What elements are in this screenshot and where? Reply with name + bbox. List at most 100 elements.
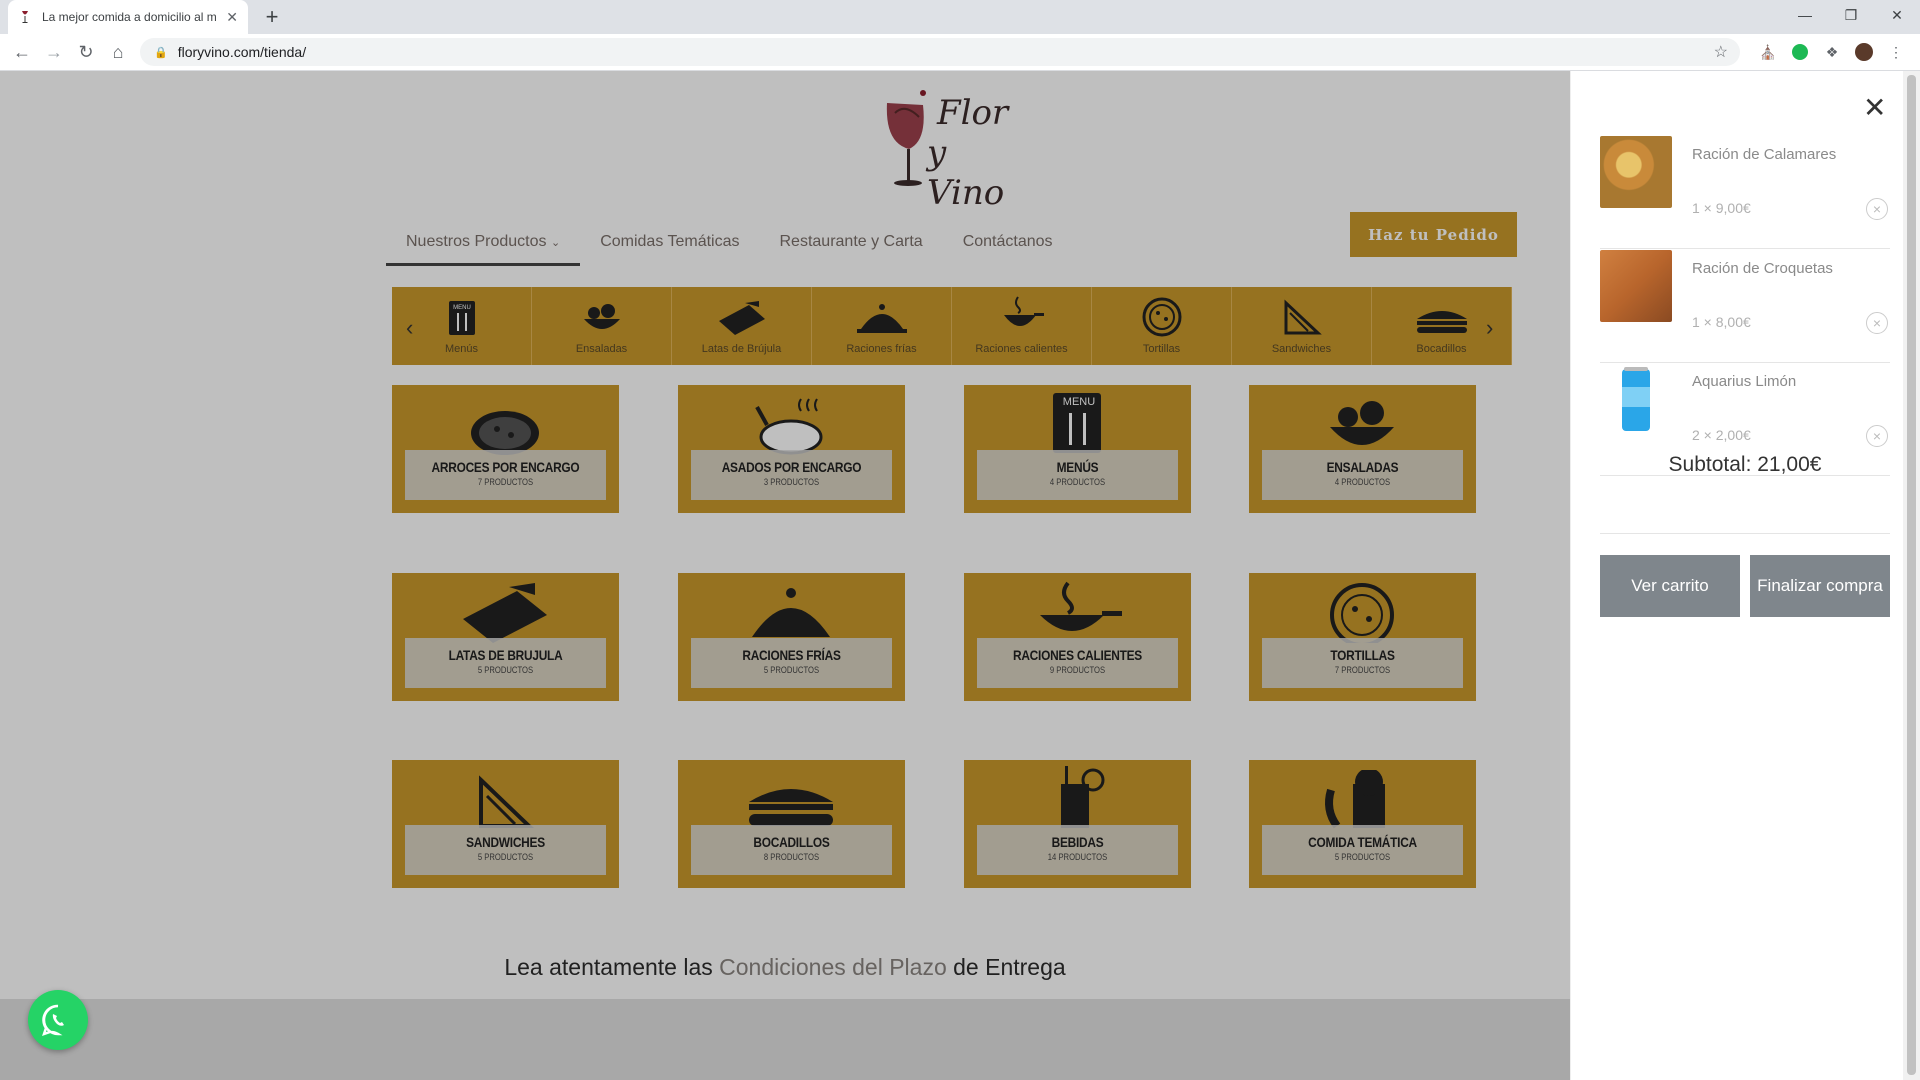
site-favicon-icon (18, 10, 32, 24)
category-card-latas[interactable]: LATAS DE BRUJULA 5 PRODUCTOS (392, 573, 619, 701)
hot-pan-icon (1027, 581, 1127, 643)
back-icon[interactable]: ← (10, 40, 34, 64)
carousel-label: Bocadillos (1416, 343, 1467, 355)
whatsapp-chat-button[interactable] (28, 990, 88, 1050)
reload-icon[interactable]: ↻ (74, 40, 98, 64)
category-count: 8 PRODUCTOS (763, 852, 820, 862)
browser-menu-icon[interactable]: ⋮ (1886, 42, 1906, 62)
carousel-item-sandwiches[interactable]: Sandwiches (1232, 287, 1372, 365)
conditions-suffix: de Entrega (953, 954, 1066, 980)
restore-icon[interactable]: ❐ (1828, 0, 1874, 30)
bookmark-star-icon[interactable]: ☆ (1714, 42, 1728, 62)
site-logo[interactable]: Flor y Vino (875, 83, 1025, 213)
view-cart-button[interactable]: Ver carrito (1600, 555, 1740, 617)
remove-item-icon[interactable]: × (1866, 425, 1888, 447)
cart-item-quantity: 1 × 8,00€ (1692, 314, 1751, 330)
carousel-label: Sandwiches (1271, 343, 1332, 355)
cart-item-name[interactable]: Aquarius Limón (1692, 373, 1796, 390)
category-count: 14 PRODUCTOS (1047, 852, 1108, 862)
cart-drawer: ✕ Ración de Calamares 1 × 9,00€ × Ración… (1570, 71, 1903, 1080)
category-count: 3 PRODUCTOS (763, 477, 820, 487)
window-controls: — ❐ ✕ (1782, 0, 1920, 34)
category-card-ensaladas[interactable]: ENSALADAS 4 PRODUCTOS (1249, 385, 1476, 513)
category-card-raciones-frias[interactable]: RACIONES FRÍAS 5 PRODUCTOS (678, 573, 905, 701)
aquarius-can-thumbnail (1600, 363, 1672, 435)
category-card-menus[interactable]: MENU MENÚS 4 PRODUCTOS (964, 385, 1191, 513)
carousel-item-latas[interactable]: Latas de Brújula (672, 287, 812, 365)
wine-glass-icon (886, 90, 926, 186)
extensions-puzzle-icon[interactable]: ❖ (1822, 42, 1842, 62)
nav-item-contacto[interactable]: Contáctanos (943, 221, 1073, 266)
drink-icon (1027, 766, 1127, 830)
checkout-button[interactable]: Finalizar compra (1750, 555, 1890, 617)
category-card-comida-tematica[interactable]: COMIDA TEMÁTICA 5 PRODUCTOS (1249, 760, 1476, 888)
category-card-bebidas[interactable]: BEBIDAS 14 PRODUCTOS (964, 760, 1191, 888)
category-name: MENÚS (1056, 459, 1099, 475)
carousel-label: Raciones frías (846, 343, 917, 355)
address-bar[interactable]: 🔒 floryvino.com/tienda/ ☆ (140, 38, 1740, 66)
carousel-label: Menús (444, 343, 479, 355)
nav-item-productos[interactable]: Nuestros Productos ⌄ (386, 221, 581, 266)
paella-icon (455, 395, 555, 455)
new-tab-button[interactable]: + (260, 5, 284, 29)
category-name: ARROCES POR ENCARGO (431, 459, 580, 475)
category-count: 7 PRODUCTOS (1334, 665, 1391, 675)
svg-text:MENU: MENU (453, 305, 471, 311)
conditions-link[interactable]: Condiciones del Plazo (719, 954, 947, 980)
profile-avatar[interactable] (1854, 42, 1874, 62)
category-count: 5 PRODUCTOS (477, 665, 534, 675)
lock-icon: 🔒 (154, 46, 168, 59)
category-name: ENSALADAS (1326, 459, 1399, 475)
carousel-prev-icon[interactable]: ‹ (406, 315, 413, 341)
close-icon[interactable]: ✕ (1863, 91, 1886, 124)
cart-item-name[interactable]: Ración de Croquetas (1692, 260, 1833, 277)
whatsapp-icon (42, 1004, 64, 1036)
bocadillo-icon (1416, 311, 1467, 333)
nav-item-restaurante[interactable]: Restaurante y Carta (760, 221, 943, 266)
category-card-sandwiches[interactable]: SANDWICHES 5 PRODUCTOS (392, 760, 619, 888)
carousel-item-tortillas[interactable]: Tortillas (1092, 287, 1232, 365)
carousel-item-ensaladas[interactable]: Ensaladas (532, 287, 672, 365)
cart-item-quantity: 1 × 9,00€ (1692, 200, 1751, 216)
category-card-bocadillos[interactable]: BOCADILLOS 8 PRODUCTOS (678, 760, 905, 888)
category-name: BOCADILLOS (753, 834, 830, 850)
conditions-prefix: Lea atentamente las (504, 954, 713, 980)
cart-item-name[interactable]: Ración de Calamares (1692, 146, 1836, 163)
tin-can-icon (718, 301, 765, 335)
forward-icon[interactable]: → (42, 40, 66, 64)
category-name: ASADOS POR ENCARGO (721, 459, 862, 475)
extension-icon[interactable]: ⛪ (1758, 42, 1778, 62)
browser-tab[interactable]: La mejor comida a domicilio al m ✕ (8, 0, 248, 34)
category-count: 4 PRODUCTOS (1334, 477, 1391, 487)
carousel-item-raciones-frias[interactable]: Raciones frías (812, 287, 952, 365)
category-card-asados[interactable]: ASADOS POR ENCARGO 3 PRODUCTOS (678, 385, 905, 513)
carousel-label: Ensaladas (575, 343, 628, 355)
remove-item-icon[interactable]: × (1866, 312, 1888, 334)
category-name: BEBIDAS (1051, 834, 1104, 850)
remove-item-icon[interactable]: × (1866, 198, 1888, 220)
themed-food-icon (1312, 770, 1412, 830)
nav-label: Nuestros Productos (406, 233, 547, 250)
nav-item-comidas-tematicas[interactable]: Comidas Temáticas (580, 221, 759, 266)
menu-icon: MENU (448, 301, 475, 335)
menu-icon: MENU (1027, 393, 1127, 455)
extension-green-icon[interactable] (1790, 42, 1810, 62)
carousel-label: Raciones calientes (975, 343, 1068, 355)
tab-title: La mejor comida a domicilio al m (42, 10, 217, 24)
carousel-next-icon[interactable]: › (1486, 315, 1493, 341)
hot-pan-icon (1003, 296, 1044, 326)
footer-band (0, 999, 1570, 1080)
home-icon[interactable]: ⌂ (106, 40, 130, 64)
carousel-item-raciones-calientes[interactable]: Raciones calientes (952, 287, 1092, 365)
order-button[interactable]: Haz tu Pedido (1350, 212, 1517, 257)
scrollbar-thumb[interactable] (1907, 75, 1916, 1075)
category-card-arroces[interactable]: ARROCES POR ENCARGO 7 PRODUCTOS (392, 385, 619, 513)
logo-text-line2: y Vino (927, 133, 1005, 213)
category-card-tortillas[interactable]: TORTILLAS 7 PRODUCTOS (1249, 573, 1476, 701)
category-card-raciones-calientes[interactable]: RACIONES CALIENTES 9 PRODUCTOS (964, 573, 1191, 701)
close-window-icon[interactable]: ✕ (1874, 0, 1920, 30)
tab-close-icon[interactable]: ✕ (226, 9, 238, 26)
page-scrollbar[interactable] (1903, 71, 1920, 1080)
tin-can-icon (455, 583, 555, 643)
minimize-icon[interactable]: — (1782, 0, 1828, 30)
